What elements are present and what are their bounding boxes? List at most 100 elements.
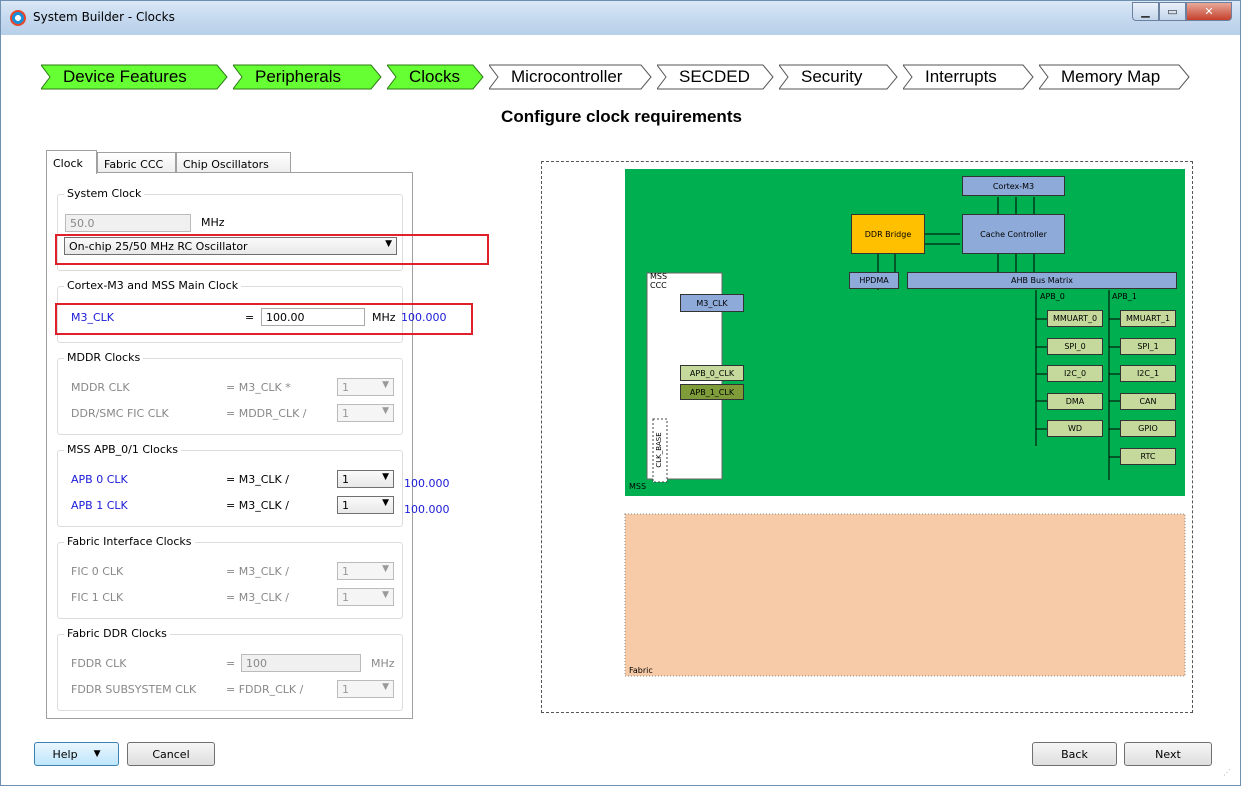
fic0-clk-formula: = M3_CLK / xyxy=(226,565,289,578)
highlight-clock-source xyxy=(55,234,489,265)
group-title: System Clock xyxy=(64,187,145,200)
group-title: MDDR Clocks xyxy=(64,351,144,364)
fabric-ddr-clocks-group: Fabric DDR Clocks FDDR CLK = 100 MHz FDD… xyxy=(57,627,403,711)
group-title: MSS APB_0/1 Clocks xyxy=(64,443,181,456)
apb1-clk-block: APB_1_CLK xyxy=(680,384,744,400)
peripheral-block: I2C_1 xyxy=(1120,365,1176,382)
help-button[interactable]: Help ▼ xyxy=(34,742,119,766)
cache-controller-block: Cache Controller xyxy=(962,214,1065,254)
wizard-step-label: Microcontroller xyxy=(511,67,623,86)
unit-label: MHz xyxy=(201,216,225,229)
peripheral-block: MMUART_0 xyxy=(1047,310,1103,327)
tab-chip-oscillators[interactable]: Chip Oscillators xyxy=(176,152,291,174)
peripheral-block: CAN xyxy=(1120,392,1176,410)
clock-diagram: Cortex-M3 DDR Bridge Cache Controller HP… xyxy=(541,161,1193,713)
mddr-clocks-group: MDDR Clocks MDDR CLK = M3_CLK * 1 ▼ DDR/S… xyxy=(57,351,403,435)
group-title: Cortex-M3 and MSS Main Clock xyxy=(64,279,242,292)
fabric-label: Fabric xyxy=(629,665,653,675)
wizard-step-3[interactable]: Clocks xyxy=(387,64,485,90)
wizard-step-label: Security xyxy=(801,67,863,86)
fddr-subsystem-clk-formula: = FDDR_CLK / xyxy=(226,683,304,696)
wizard-step-5[interactable]: SECDED xyxy=(657,64,775,90)
cancel-button[interactable]: Cancel xyxy=(127,742,215,766)
apb0-bus-label: APB_0 xyxy=(1040,291,1065,301)
ahb-bus-matrix-block: AHB Bus Matrix xyxy=(907,272,1177,289)
apb1-clk-actual: 100.000 xyxy=(404,503,450,516)
fddr-clk-freq-field[interactable]: 100 xyxy=(241,654,361,672)
apb-clocks-group: MSS APB_0/1 Clocks APB 0 CLK = M3_CLK / … xyxy=(57,443,403,527)
dropdown-arrow-icon: ▼ xyxy=(382,472,389,482)
system-clock-freq-field[interactable]: 50.0 xyxy=(65,214,191,232)
system-builder-window: System Builder - Clocks ▁ ▭ ✕ Device Fea… xyxy=(0,0,1241,786)
wizard-step-label: SECDED xyxy=(679,67,750,86)
ratio-value: 1 xyxy=(342,407,349,420)
dropdown-arrow-icon: ▼ xyxy=(93,749,101,759)
apb1-ratio-select[interactable]: 1 ▼ xyxy=(337,496,394,514)
close-button[interactable]: ✕ xyxy=(1186,2,1232,21)
apb1-bus-label: APB_1 xyxy=(1112,291,1137,301)
mddr-clk-label: MDDR CLK xyxy=(71,381,130,394)
group-title: Fabric DDR Clocks xyxy=(64,627,170,640)
ratio-value: 1 xyxy=(342,683,349,696)
equals-sign: = xyxy=(226,657,236,670)
clk-base-label: CLK_BASE xyxy=(655,432,663,468)
peripheral-block: WD xyxy=(1047,420,1103,437)
apb0-clk-actual: 100.000 xyxy=(404,477,450,490)
hpdma-block: HPDMA xyxy=(849,272,899,289)
mss-label: MSS xyxy=(629,481,647,491)
unit-label: MHz xyxy=(371,657,395,670)
peripheral-block: MMUART_1 xyxy=(1120,310,1176,327)
apb0-ratio-select[interactable]: 1 ▼ xyxy=(337,470,394,488)
mss-ccc-label: MSS CCC xyxy=(650,272,668,290)
fic1-ratio-select[interactable]: 1 ▼ xyxy=(337,588,394,606)
dropdown-arrow-icon: ▼ xyxy=(382,682,389,692)
back-button[interactable]: Back xyxy=(1032,742,1117,766)
dropdown-arrow-icon: ▼ xyxy=(382,564,389,574)
resize-grip-icon[interactable]: ⋰ xyxy=(1223,768,1233,778)
wizard-step-label: Interrupts xyxy=(925,67,997,86)
peripheral-block: GPIO xyxy=(1120,420,1176,437)
peripheral-block: DMA xyxy=(1047,392,1103,410)
dropdown-arrow-icon: ▼ xyxy=(382,498,389,508)
wizard-step-1[interactable]: Device Features xyxy=(41,64,229,90)
tab-fabric-ccc[interactable]: Fabric CCC xyxy=(97,152,176,174)
fic0-ratio-select[interactable]: 1 ▼ xyxy=(337,562,394,580)
wizard-step-6[interactable]: Security xyxy=(779,64,899,90)
cortex-m3-block: Cortex-M3 xyxy=(962,176,1065,196)
fabric-interface-clocks-group: Fabric Interface Clocks FIC 0 CLK = M3_C… xyxy=(57,535,403,619)
wizard-step-7[interactable]: Interrupts xyxy=(903,64,1035,90)
dropdown-arrow-icon: ▼ xyxy=(382,406,389,416)
dropdown-arrow-icon: ▼ xyxy=(382,380,389,390)
ratio-value: 1 xyxy=(342,591,349,604)
fic1-clk-formula: = M3_CLK / xyxy=(226,591,289,604)
next-button[interactable]: Next xyxy=(1124,742,1212,766)
wizard-step-label: Memory Map xyxy=(1061,67,1161,86)
wizard-step-8[interactable]: Memory Map xyxy=(1039,64,1191,90)
ddr-bridge-block: DDR Bridge xyxy=(851,214,925,254)
ratio-value: 1 xyxy=(342,499,349,512)
ddr-smc-fic-clk-label: DDR/SMC FIC CLK xyxy=(71,407,169,420)
wizard-step-label: Device Features xyxy=(63,67,187,86)
app-logo-icon xyxy=(10,10,26,26)
minimize-button[interactable]: ▁ xyxy=(1132,2,1159,21)
fddr-subsystem-ratio-select[interactable]: 1 ▼ xyxy=(337,680,394,698)
wizard-step-2[interactable]: Peripherals xyxy=(233,64,383,90)
fic0-clk-label: FIC 0 CLK xyxy=(71,565,124,578)
mddr-clk-formula: = M3_CLK * xyxy=(226,381,291,394)
page-heading: Configure clock requirements xyxy=(501,107,742,126)
window-title: System Builder - Clocks xyxy=(33,10,175,24)
ddr-smc-fic-ratio-select[interactable]: 1 ▼ xyxy=(337,404,394,422)
highlight-m3-clk xyxy=(55,303,473,335)
mddr-clk-ratio-select[interactable]: 1 ▼ xyxy=(337,378,394,396)
peripheral-block: SPI_1 xyxy=(1120,337,1176,355)
apb0-clk-block: APB_0_CLK xyxy=(680,365,744,381)
apb0-clk-formula: = M3_CLK / xyxy=(226,473,289,486)
fddr-clk-label: FDDR CLK xyxy=(71,657,127,670)
maximize-button[interactable]: ▭ xyxy=(1159,2,1186,21)
ratio-value: 1 xyxy=(342,473,349,486)
tab-clock[interactable]: Clock xyxy=(46,150,97,174)
apb1-clk-label: APB 1 CLK xyxy=(71,499,128,512)
peripheral-block: SPI_0 xyxy=(1047,337,1103,355)
peripheral-block: RTC xyxy=(1120,447,1176,465)
wizard-step-4[interactable]: Microcontroller xyxy=(489,64,653,90)
